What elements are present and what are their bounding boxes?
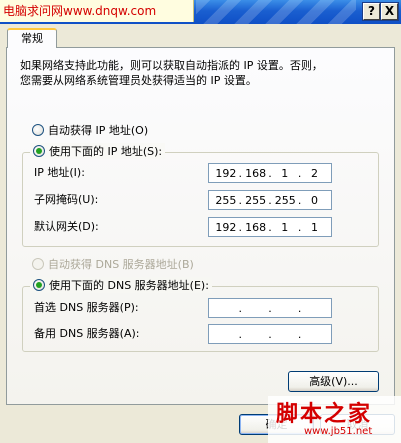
preferred-dns-input[interactable]: . . .	[208, 298, 332, 318]
dns-auto-option[interactable]: 自动获得 DNS 服务器地址(B)	[32, 256, 194, 272]
dns-auto-radio[interactable]	[32, 258, 44, 270]
dns-manual-label: 使用下面的 DNS 服务器地址(E):	[49, 279, 209, 292]
intro-text: 如果网络支持此功能，则可以获取自动指派的 IP 设置。否则， 您需要从网络系统管…	[20, 59, 323, 87]
close-button[interactable]: X	[380, 2, 399, 21]
alternate-dns-input[interactable]: . . .	[208, 324, 332, 344]
gateway-label: 默认网关(D):	[34, 220, 99, 233]
gateway-input[interactable]: 192. 168. 1. 1	[208, 217, 332, 237]
title-bar-decoration	[196, 0, 356, 24]
tab-general[interactable]: 常规	[7, 28, 57, 48]
ip-manual-option[interactable]: 使用下面的 IP 地址(S):	[30, 143, 166, 159]
preferred-dns-label: 首选 DNS 服务器(P):	[34, 301, 139, 314]
ip-address-label: IP 地址(I):	[34, 166, 85, 179]
ip-auto-option[interactable]: 自动获得 IP 地址(O)	[32, 122, 148, 138]
ip-manual-radio[interactable]	[33, 145, 45, 157]
ip-address-input[interactable]: 192. 168. 1. 2	[208, 163, 332, 183]
watermark-top: 电脑求问网www.dnqw.com	[0, 0, 194, 22]
advanced-button[interactable]: 高级(V)...	[288, 371, 379, 392]
subnet-mask-input[interactable]: 255. 255. 255. 0	[208, 190, 332, 210]
subnet-mask-label: 子网掩码(U):	[34, 193, 99, 206]
watermark-bottom-url: www.jb51.net	[304, 426, 373, 437]
alternate-dns-label: 备用 DNS 服务器(A):	[34, 327, 140, 340]
dns-auto-label: 自动获得 DNS 服务器地址(B)	[48, 258, 194, 271]
watermark-bottom-text: 脚本之家	[276, 401, 373, 427]
ip-manual-label: 使用下面的 IP 地址(S):	[49, 145, 163, 158]
ip-auto-label: 自动获得 IP 地址(O)	[48, 124, 149, 137]
dns-manual-option[interactable]: 使用下面的 DNS 服务器地址(E):	[30, 277, 212, 293]
dns-manual-radio[interactable]	[33, 279, 45, 291]
ip-auto-radio[interactable]	[32, 124, 44, 136]
help-button[interactable]: ?	[362, 2, 381, 21]
